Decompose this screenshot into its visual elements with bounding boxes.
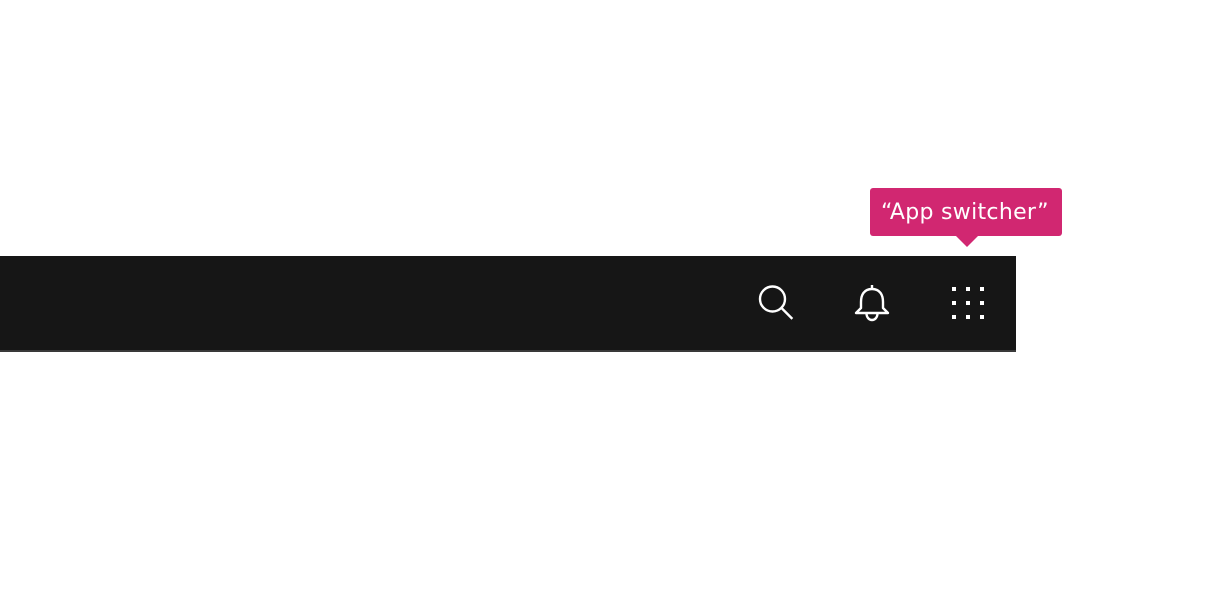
app-switcher-button[interactable] [920,256,1016,350]
header-global-actions [728,256,1016,350]
search-icon [758,285,794,320]
notification-bell-icon [854,285,890,322]
annotation-label: “App switcher” [870,188,1062,236]
global-header [0,256,1016,352]
canvas: “App switcher” [0,0,1216,608]
annotation-caret [955,235,979,247]
search-button[interactable] [728,256,824,350]
app-switcher-grid-icon [952,287,984,319]
notifications-button[interactable] [824,256,920,350]
